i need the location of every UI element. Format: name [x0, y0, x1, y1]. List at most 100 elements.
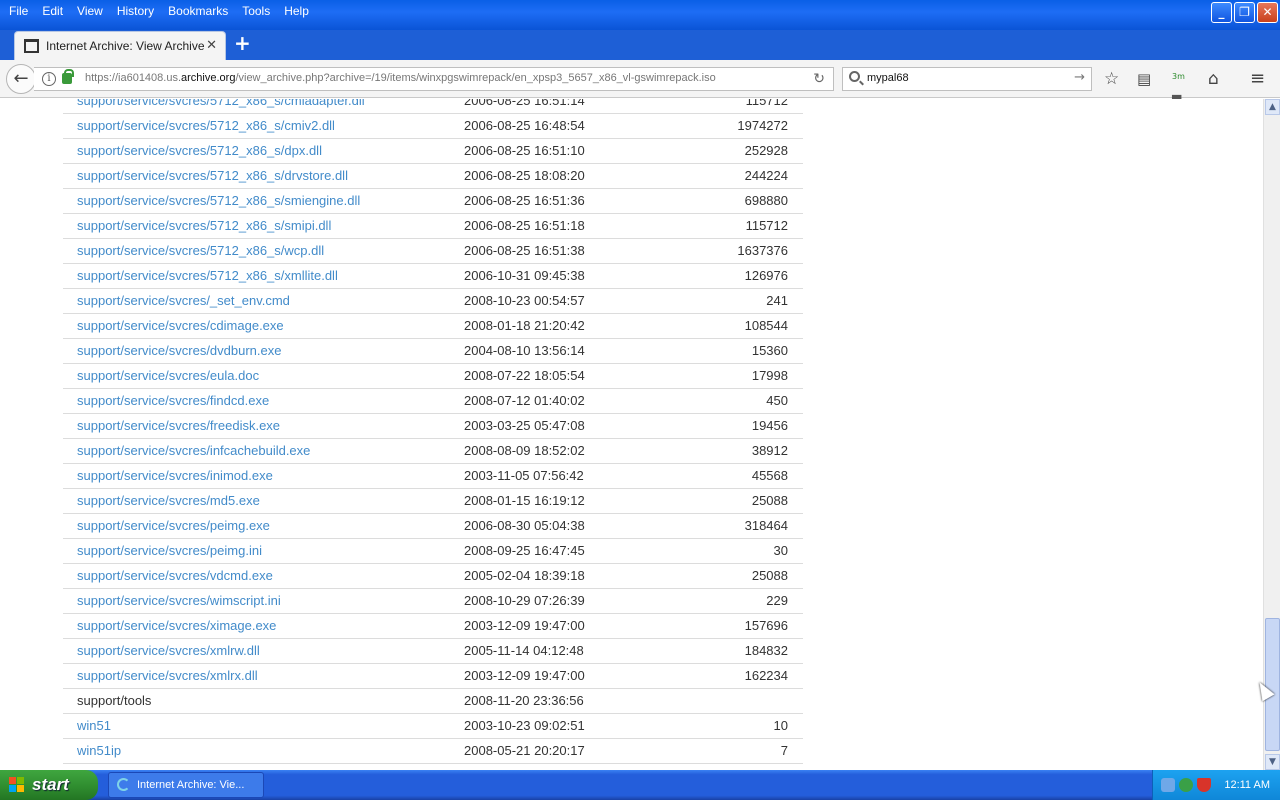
table-row: support/service/svcres/5712_x86_s/cmiada…	[63, 99, 803, 113]
file-link[interactable]: support/service/svcres/cdimage.exe	[77, 318, 284, 333]
file-link[interactable]: support/service/svcres/5712_x86_s/smieng…	[77, 193, 360, 208]
vertical-scrollbar[interactable]: ▲ ▼	[1263, 99, 1280, 770]
start-button[interactable]: start	[0, 770, 98, 800]
file-size-cell: 244224	[744, 168, 788, 183]
tab-close-icon[interactable]: ✕	[206, 38, 217, 53]
window-controls: _ ❐ ✕	[1211, 2, 1278, 23]
file-link[interactable]: support/service/svcres/ximage.exe	[77, 618, 276, 633]
table-row: support/service/svcres/5712_x86_s/smipi.…	[63, 213, 803, 238]
file-link[interactable]: support/service/svcres/5712_x86_s/smipi.…	[77, 218, 331, 233]
security-shield-icon[interactable]	[1197, 778, 1211, 792]
tab-internet-archive[interactable]: Internet Archive: View Archive ✕	[14, 31, 226, 60]
home-icon[interactable]: ⌂	[1208, 70, 1219, 88]
file-size-cell: 1974272	[737, 118, 788, 133]
file-date-cell: 2003-11-05 07:56:42	[464, 468, 584, 483]
file-date-cell: 2005-11-14 04:12:48	[464, 643, 584, 658]
new-tab-button[interactable]: +	[234, 33, 251, 53]
close-window-button[interactable]: ✕	[1257, 2, 1278, 23]
file-size-cell: 157696	[744, 618, 788, 633]
menu-file[interactable]: File	[2, 2, 35, 20]
file-name-cell: support/tools	[63, 688, 464, 713]
network-tray-icon[interactable]	[1161, 778, 1175, 792]
file-link[interactable]: support/service/svcres/peimg.ini	[77, 543, 262, 558]
file-name-cell: support/service/svcres/infcachebuild.exe	[63, 438, 464, 463]
table-row: win51ip 2008-05-21 20:20:17 7	[63, 738, 803, 763]
file-name-cell: support/service/svcres/xmlrx.dll	[63, 663, 464, 688]
file-link[interactable]: support/service/svcres/xmlrw.dll	[77, 643, 260, 658]
menu-help[interactable]: Help	[277, 2, 316, 20]
file-link[interactable]: support/service/svcres/infcachebuild.exe	[77, 443, 310, 458]
file-name-cell: support/service/svcres/vdcmd.exe	[63, 563, 464, 588]
file-date-cell: 2008-08-09 18:52:02	[464, 443, 585, 458]
menu-tools[interactable]: Tools	[235, 2, 277, 20]
minimize-button[interactable]: _	[1211, 2, 1232, 23]
scroll-up-arrow[interactable]: ▲	[1265, 99, 1280, 115]
file-name-cell: support/service/svcres/inimod.exe	[63, 463, 464, 488]
back-button[interactable]: ←	[6, 64, 36, 94]
search-bar[interactable]: →	[842, 67, 1092, 91]
search-input[interactable]	[867, 72, 1067, 84]
url-bar[interactable]: i https://ia601408.us.archive.org/view_a…	[34, 67, 834, 91]
file-link[interactable]: support/service/svcres/vdcmd.exe	[77, 568, 273, 583]
file-name-cell: support/service/svcres/5712_x86_s/smipi.…	[63, 213, 464, 238]
file-link[interactable]: support/service/svcres/5712_x86_s/xmllit…	[77, 268, 338, 283]
file-link[interactable]: support/service/svcres/md5.exe	[77, 493, 260, 508]
file-name-cell: support/service/svcres/eula.doc	[63, 363, 464, 388]
file-link[interactable]: support/service/svcres/dvdburn.exe	[77, 343, 281, 358]
file-link[interactable]: support/service/svcres/5712_x86_s/cmiv2.…	[77, 118, 335, 133]
file-name-cell: support/service/svcres/wimscript.ini	[63, 588, 464, 613]
file-date-cell: 2006-08-25 16:48:54	[464, 118, 585, 133]
file-link[interactable]: support/service/svcres/5712_x86_s/drvsto…	[77, 168, 348, 183]
file-date-cell: 2003-12-09 19:47:00	[464, 668, 585, 683]
file-link[interactable]: support/service/svcres/peimg.exe	[77, 518, 270, 533]
file-link[interactable]: support/service/svcres/findcd.exe	[77, 393, 269, 408]
menu-hamburger-icon[interactable]: ≡	[1250, 70, 1265, 88]
search-go-icon[interactable]: →	[1074, 70, 1085, 85]
info-icon[interactable]: i	[42, 72, 56, 86]
title-bar: File Edit View History Bookmarks Tools H…	[0, 0, 1280, 30]
file-date-cell: 2008-11-20 23:36:56	[464, 693, 584, 708]
table-row: support/tools 2008-11-20 23:36:56	[63, 688, 803, 713]
file-size-cell: 241	[766, 293, 788, 308]
reading-list-icon[interactable]: ▤	[1137, 70, 1151, 88]
file-link[interactable]: support/service/svcres/5712_x86_s/dpx.dl…	[77, 143, 322, 158]
file-link[interactable]: support/service/svcres/freedisk.exe	[77, 418, 280, 433]
menu-edit[interactable]: Edit	[35, 2, 70, 20]
file-name-cell: support/service/svcres/cdimage.exe	[63, 313, 464, 338]
file-size-cell: 252928	[744, 143, 788, 158]
file-link[interactable]: win51	[77, 718, 111, 733]
file-name-cell: support/service/svcres/5712_x86_s/cmiv2.…	[63, 113, 464, 138]
url-text[interactable]: https://ia601408.us.archive.org/view_arc…	[85, 72, 716, 84]
taskbar-browser-button[interactable]: Internet Archive: Vie...	[108, 772, 264, 798]
scroll-down-arrow[interactable]: ▼	[1265, 754, 1280, 770]
table-row: support/service/svcres/freedisk.exe 2003-…	[63, 413, 803, 438]
update-tray-icon[interactable]	[1179, 778, 1193, 792]
table-row: support/service/svcres/5712_x86_s/cmiv2.…	[63, 113, 803, 138]
reload-icon[interactable]: ↻	[813, 71, 825, 87]
file-name-cell: support/service/svcres/xmlrw.dll	[63, 638, 464, 663]
bookmark-star-icon[interactable]: ☆	[1104, 70, 1119, 88]
file-date-cell: 2008-07-22 18:05:54	[464, 368, 585, 383]
file-size-cell: 25088	[751, 568, 788, 583]
file-link[interactable]: support/service/svcres/5712_x86_s/wcp.dl…	[77, 243, 324, 258]
file-link[interactable]: support/service/svcres/xmlrx.dll	[77, 668, 258, 683]
file-link[interactable]: support/service/svcres/5712_x86_s/cmiada…	[77, 99, 365, 108]
file-link[interactable]: win51ip	[77, 743, 121, 758]
file-link[interactable]: support/service/svcres/wimscript.ini	[77, 593, 281, 608]
file-date-cell: 2006-08-30 05:04:38	[464, 518, 585, 533]
file-date-cell: 2003-12-09 19:47:00	[464, 618, 585, 633]
file-link[interactable]: support/service/svcres/inimod.exe	[77, 468, 273, 483]
menu-history[interactable]: History	[110, 2, 161, 20]
file-link[interactable]: support/service/svcres/eula.doc	[77, 368, 259, 383]
file-size-cell: 115712	[745, 99, 788, 108]
restore-button[interactable]: ❐	[1234, 2, 1255, 23]
file-link[interactable]: support/service/svcres/_set_env.cmd	[77, 293, 290, 308]
table-row: support/service/svcres/5712_x86_s/smieng…	[63, 188, 803, 213]
file-name-cell: support/service/svcres/5712_x86_s/cmiada…	[63, 99, 464, 113]
tab-strip: Internet Archive: View Archive ✕	[0, 30, 1280, 60]
file-name-cell: support/service/svcres/5712_x86_s/drvsto…	[63, 163, 464, 188]
file-name-cell: support/service/svcres/ximage.exe	[63, 613, 464, 638]
menu-view[interactable]: View	[70, 2, 110, 20]
file-date-cell: 2006-08-25 16:51:10	[464, 143, 585, 158]
menu-bookmarks[interactable]: Bookmarks	[161, 2, 235, 20]
